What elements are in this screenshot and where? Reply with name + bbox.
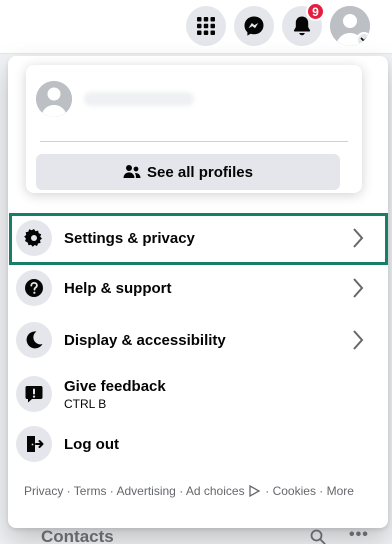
menu-grid-button[interactable] bbox=[186, 6, 226, 46]
footer-link-terms[interactable]: Terms bbox=[74, 484, 107, 498]
menu-item-display-accessibility[interactable]: Display & accessibility bbox=[16, 318, 380, 362]
footer-link-more[interactable]: More bbox=[327, 484, 354, 498]
menu-item-help-support[interactable]: Help & support bbox=[16, 266, 380, 310]
account-button[interactable] bbox=[330, 6, 370, 46]
footer-link-ad-choices[interactable]: Ad choices bbox=[186, 484, 245, 498]
avatar bbox=[36, 81, 72, 117]
feedback-icon bbox=[16, 376, 52, 412]
current-profile[interactable] bbox=[36, 81, 194, 117]
chevron-right-icon bbox=[353, 278, 364, 298]
menu-item-label: Give feedback bbox=[64, 377, 166, 395]
menu-item-label: Display & accessibility bbox=[64, 331, 226, 349]
footer-link-cookies[interactable]: Cookies bbox=[273, 484, 316, 498]
contacts-header: Contacts ••• bbox=[0, 527, 392, 544]
menu-item-log-out[interactable]: Log out bbox=[16, 422, 380, 466]
moon-icon bbox=[16, 322, 52, 358]
notification-badge: 9 bbox=[306, 2, 325, 21]
menu-item-label: Help & support bbox=[64, 279, 172, 297]
logout-icon bbox=[16, 426, 52, 462]
footer-link-advertising[interactable]: Advertising bbox=[116, 484, 175, 498]
profile-card: See all profiles bbox=[26, 65, 362, 193]
divider bbox=[40, 141, 348, 142]
chevron-right-icon bbox=[353, 330, 364, 350]
menu-item-label: Log out bbox=[64, 435, 119, 453]
menu-grid-icon bbox=[197, 17, 215, 35]
notifications-button[interactable]: 9 bbox=[282, 2, 325, 46]
profile-name-blurred bbox=[84, 92, 194, 106]
keyboard-shortcut: CTRL B bbox=[64, 396, 107, 411]
chevron-down-icon bbox=[356, 32, 370, 46]
contacts-title: Contacts bbox=[41, 527, 114, 544]
search-icon[interactable] bbox=[310, 529, 326, 544]
see-all-profiles-button[interactable]: See all profiles bbox=[36, 154, 340, 190]
footer-link-privacy[interactable]: Privacy bbox=[24, 484, 63, 498]
highlight-box bbox=[9, 213, 388, 265]
question-icon bbox=[16, 270, 52, 306]
footer-links: Privacy · Terms · Advertising · Ad choic… bbox=[24, 484, 354, 498]
messenger-icon bbox=[244, 16, 264, 36]
see-all-profiles-label: See all profiles bbox=[147, 163, 253, 181]
profiles-icon bbox=[123, 165, 141, 178]
top-navigation-bar: 9 bbox=[0, 0, 392, 54]
more-options-icon[interactable]: ••• bbox=[349, 527, 369, 543]
ad-choices-icon bbox=[249, 484, 261, 498]
messenger-button[interactable] bbox=[234, 6, 274, 46]
account-menu: See all profiles Settings & privacy Help… bbox=[8, 56, 388, 528]
menu-item-give-feedback[interactable]: Give feedback CTRL B bbox=[16, 368, 380, 420]
